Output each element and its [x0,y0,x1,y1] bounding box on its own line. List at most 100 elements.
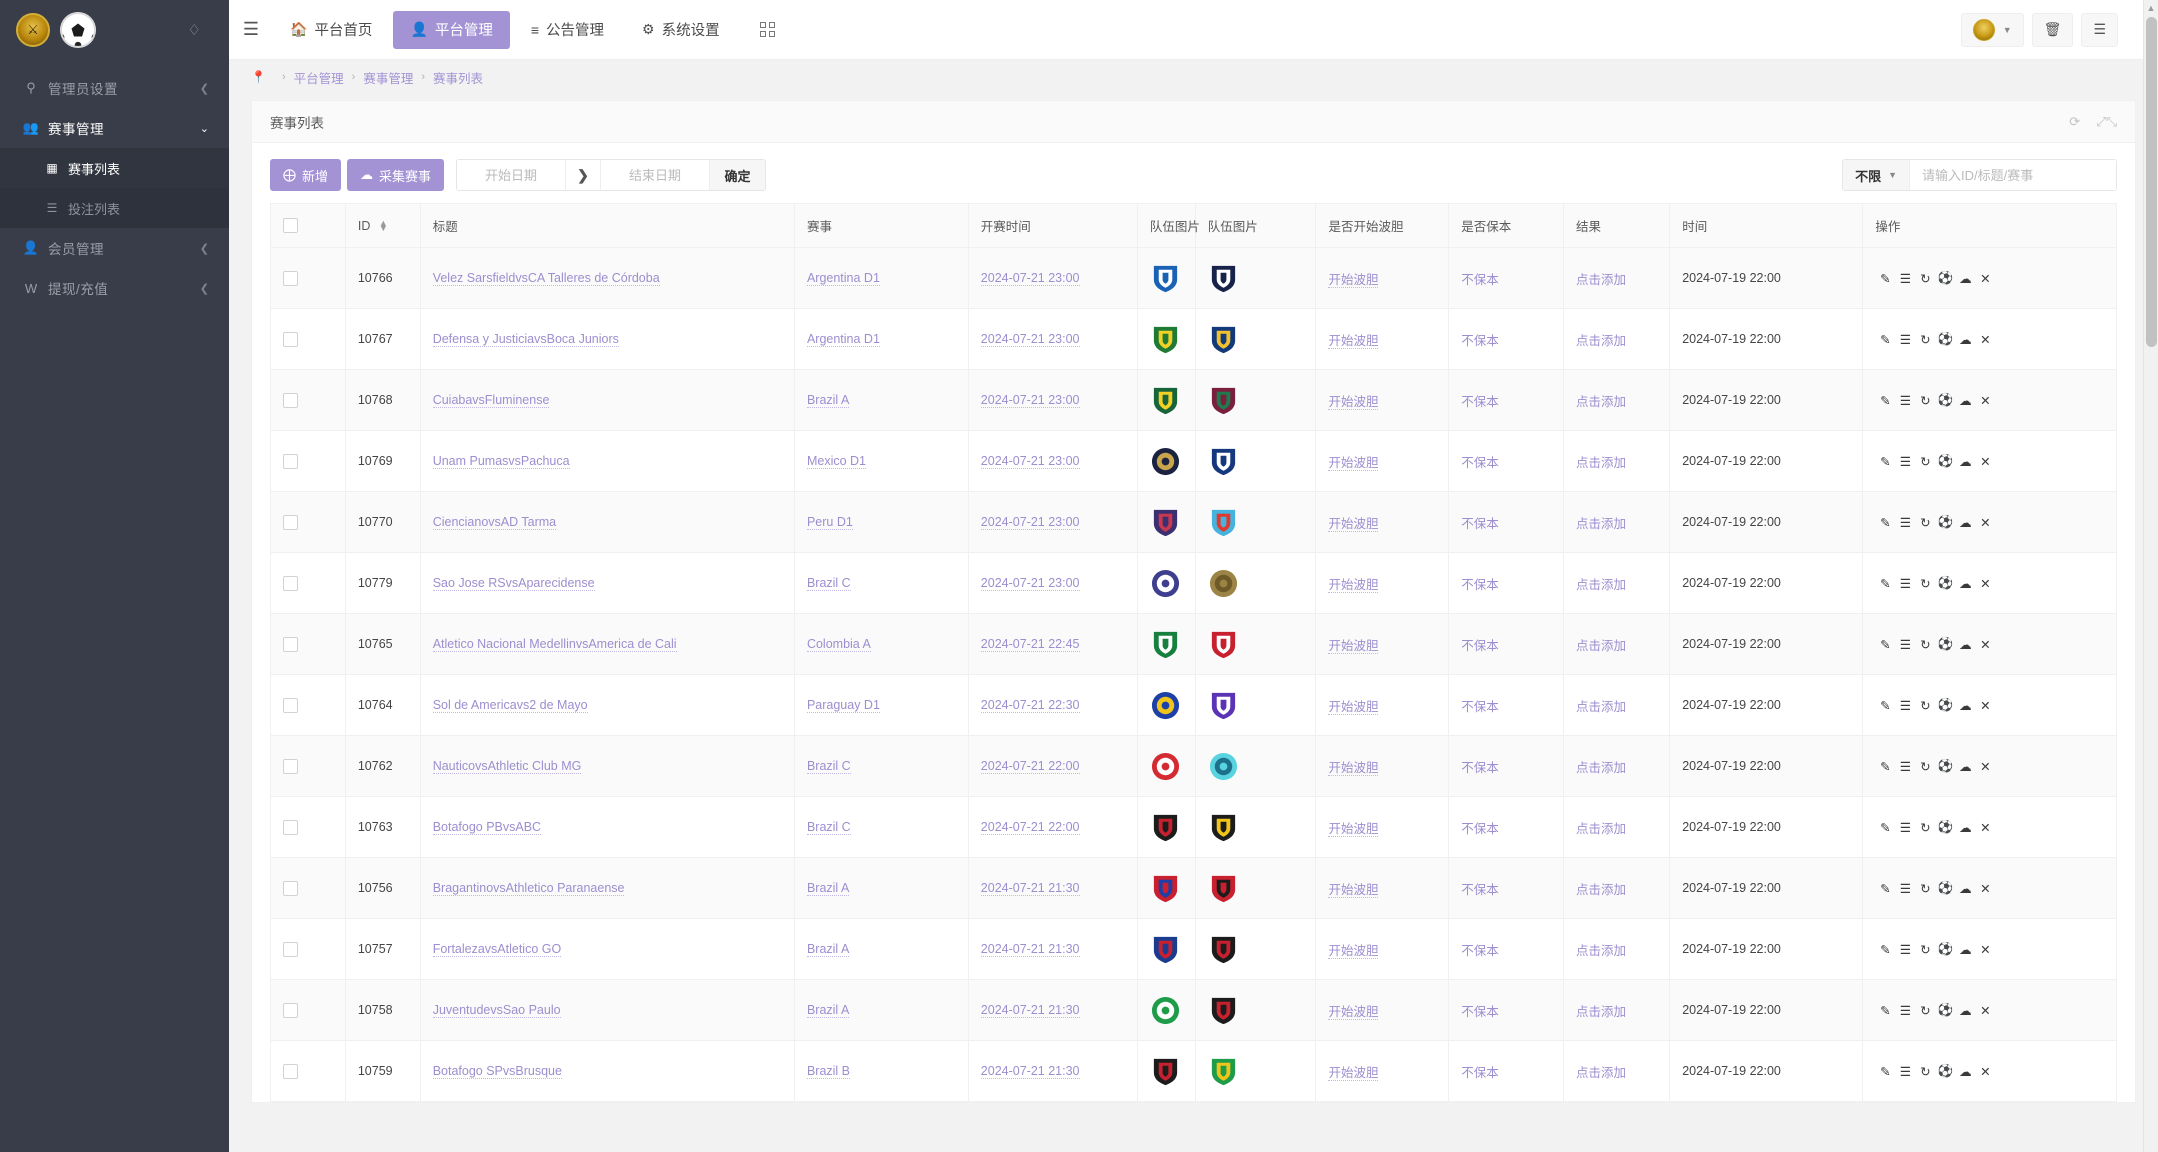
detail-list-icon[interactable]: ☰ [1895,572,1915,594]
match-title-link[interactable]: CuiabavsFluminense [432,393,550,408]
cloud-upload-icon[interactable]: ☁ [1955,694,1975,716]
bodan-link[interactable]: 开始波胆 [1328,1065,1379,1081]
kickoff-link[interactable]: 2024-07-21 22:00 [980,820,1080,835]
edit-icon[interactable]: ✎ [1875,633,1895,655]
trash-button[interactable]: 🗑 [2031,12,2074,47]
search-scope-select[interactable]: 不限 ▼ [1843,160,1910,190]
close-icon[interactable]: ✕ [1975,267,1995,289]
row-checkbox[interactable] [283,819,298,835]
soccer-ball-icon[interactable]: ⚽ [1935,816,1955,838]
result-add-link[interactable]: 点击添加 [1576,395,1626,409]
kickoff-link[interactable]: 2024-07-21 23:00 [980,454,1080,469]
league-link[interactable]: Brazil A [806,1003,850,1018]
result-add-link[interactable]: 点击添加 [1576,517,1626,531]
detail-list-icon[interactable]: ☰ [1895,877,1915,899]
match-title-link[interactable]: Sao Jose RSvsAparecidense [432,576,595,591]
kickoff-link[interactable]: 2024-07-21 21:30 [980,881,1080,896]
sidebar-item-member-management[interactable]: 👤 会员管理 ❮ [0,228,229,268]
expand-icon[interactable]: ⤢⤡ [2096,114,2117,130]
match-title-link[interactable]: NauticovsAthletic Club MG [432,759,582,774]
table-row[interactable]: 10758 JuventudevsSao Paulo Brazil A 2024-07… [270,979,2117,1041]
edit-icon[interactable]: ✎ [1875,816,1895,838]
edit-icon[interactable]: ✎ [1875,572,1895,594]
league-link[interactable]: Brazil A [806,393,850,408]
match-title-link[interactable]: JuventudevsSao Paulo [432,1003,561,1018]
row-checkbox[interactable] [283,575,298,591]
soccer-ball-icon[interactable]: ⚽ [1935,1060,1955,1082]
water-drop-icon[interactable]: ♢ [188,21,201,39]
search-input[interactable] [1910,160,2116,190]
refresh-icon[interactable]: ↻ [1915,938,1935,960]
close-icon[interactable]: ✕ [1975,328,1995,350]
result-add-link[interactable]: 点击添加 [1576,1066,1626,1080]
cloud-upload-icon[interactable]: ☁ [1955,572,1975,594]
cloud-upload-icon[interactable]: ☁ [1955,877,1975,899]
row-checkbox[interactable] [283,453,298,469]
cloud-upload-icon[interactable]: ☁ [1955,267,1975,289]
table-row[interactable]: 10766 Velez SarsfieldvsCA Talleres de Cór… [270,247,2117,309]
detail-list-icon[interactable]: ☰ [1895,816,1915,838]
table-row[interactable]: 10757 FortalezavsAtletico GO Brazil A 2024-… [270,918,2117,980]
edit-icon[interactable]: ✎ [1875,511,1895,533]
baoben-label[interactable]: 不保本 [1461,517,1499,531]
tab-system-settings[interactable]: ⚙ 系统设置 [625,11,737,49]
row-checkbox[interactable] [283,392,298,408]
match-title-link[interactable]: Botafogo SPvsBrusque [432,1064,562,1079]
refresh-icon[interactable]: ↻ [1915,1060,1935,1082]
row-checkbox[interactable] [283,331,298,347]
kickoff-link[interactable]: 2024-07-21 22:00 [980,759,1080,774]
close-icon[interactable]: ✕ [1975,755,1995,777]
table-row[interactable]: 10767 Defensa y JusticiavsBoca Juniors Arg… [270,308,2117,370]
baoben-label[interactable]: 不保本 [1461,822,1499,836]
close-icon[interactable]: ✕ [1975,999,1995,1021]
tab-platform-home[interactable]: 🏠 平台首页 [273,11,389,49]
table-row[interactable]: 10765 Atletico Nacional MedellinvsAmerica… [270,613,2117,675]
table-row[interactable]: 10759 Botafogo SPvsBrusque Brazil B 2024-07… [270,1040,2117,1102]
refresh-icon[interactable]: ↻ [1915,511,1935,533]
detail-list-icon[interactable]: ☰ [1895,328,1915,350]
grid-apps-icon[interactable] [749,11,787,49]
soccer-ball-icon[interactable]: ⚽ [1935,938,1955,960]
row-checkbox[interactable] [283,758,298,774]
sidebar-subitem-bet-list[interactable]: ☰ 投注列表 [0,188,229,228]
refresh-icon[interactable]: ↻ [1915,633,1935,655]
result-add-link[interactable]: 点击添加 [1576,883,1626,897]
detail-list-icon[interactable]: ☰ [1895,267,1915,289]
kickoff-link[interactable]: 2024-07-21 23:00 [980,515,1080,530]
row-checkbox[interactable] [283,270,298,286]
bodan-link[interactable]: 开始波胆 [1328,272,1379,288]
table-row[interactable]: 10756 BragantinovsAthletico Paranaense Bra… [270,857,2117,919]
result-add-link[interactable]: 点击添加 [1576,456,1626,470]
baoben-label[interactable]: 不保本 [1461,334,1499,348]
edit-icon[interactable]: ✎ [1875,694,1895,716]
baoben-label[interactable]: 不保本 [1461,944,1499,958]
result-add-link[interactable]: 点击添加 [1576,700,1626,714]
soccer-ball-icon[interactable]: ⚽ [1935,877,1955,899]
league-link[interactable]: Brazil A [806,881,850,896]
bodan-link[interactable]: 开始波胆 [1328,516,1379,532]
edit-icon[interactable]: ✎ [1875,999,1895,1021]
detail-list-icon[interactable]: ☰ [1895,511,1915,533]
refresh-icon[interactable]: ↻ [1915,389,1935,411]
detail-list-icon[interactable]: ☰ [1895,389,1915,411]
soccer-ball-icon[interactable]: ⚽ [1935,572,1955,594]
collect-matches-button[interactable]: ☁ 采集赛事 [347,159,445,191]
baoben-label[interactable]: 不保本 [1461,578,1499,592]
match-title-link[interactable]: FortalezavsAtletico GO [432,942,562,957]
cloud-upload-icon[interactable]: ☁ [1955,633,1975,655]
refresh-icon[interactable]: ↻ [1915,450,1935,472]
baoben-label[interactable]: 不保本 [1461,883,1499,897]
bodan-link[interactable]: 开始波胆 [1328,638,1379,654]
edit-icon[interactable]: ✎ [1875,877,1895,899]
league-link[interactable]: Argentina D1 [806,332,880,347]
result-add-link[interactable]: 点击添加 [1576,822,1626,836]
start-date-input[interactable] [457,160,566,190]
detail-list-icon[interactable]: ☰ [1895,1060,1915,1082]
tab-platform-management[interactable]: 👤 平台管理 [393,10,510,49]
close-icon[interactable]: ✕ [1975,877,1995,899]
cloud-upload-icon[interactable]: ☁ [1955,511,1975,533]
result-add-link[interactable]: 点击添加 [1576,273,1626,287]
league-link[interactable]: Colombia A [806,637,871,652]
scrollbar-thumb[interactable] [2146,17,2157,347]
league-link[interactable]: Brazil C [806,759,851,774]
